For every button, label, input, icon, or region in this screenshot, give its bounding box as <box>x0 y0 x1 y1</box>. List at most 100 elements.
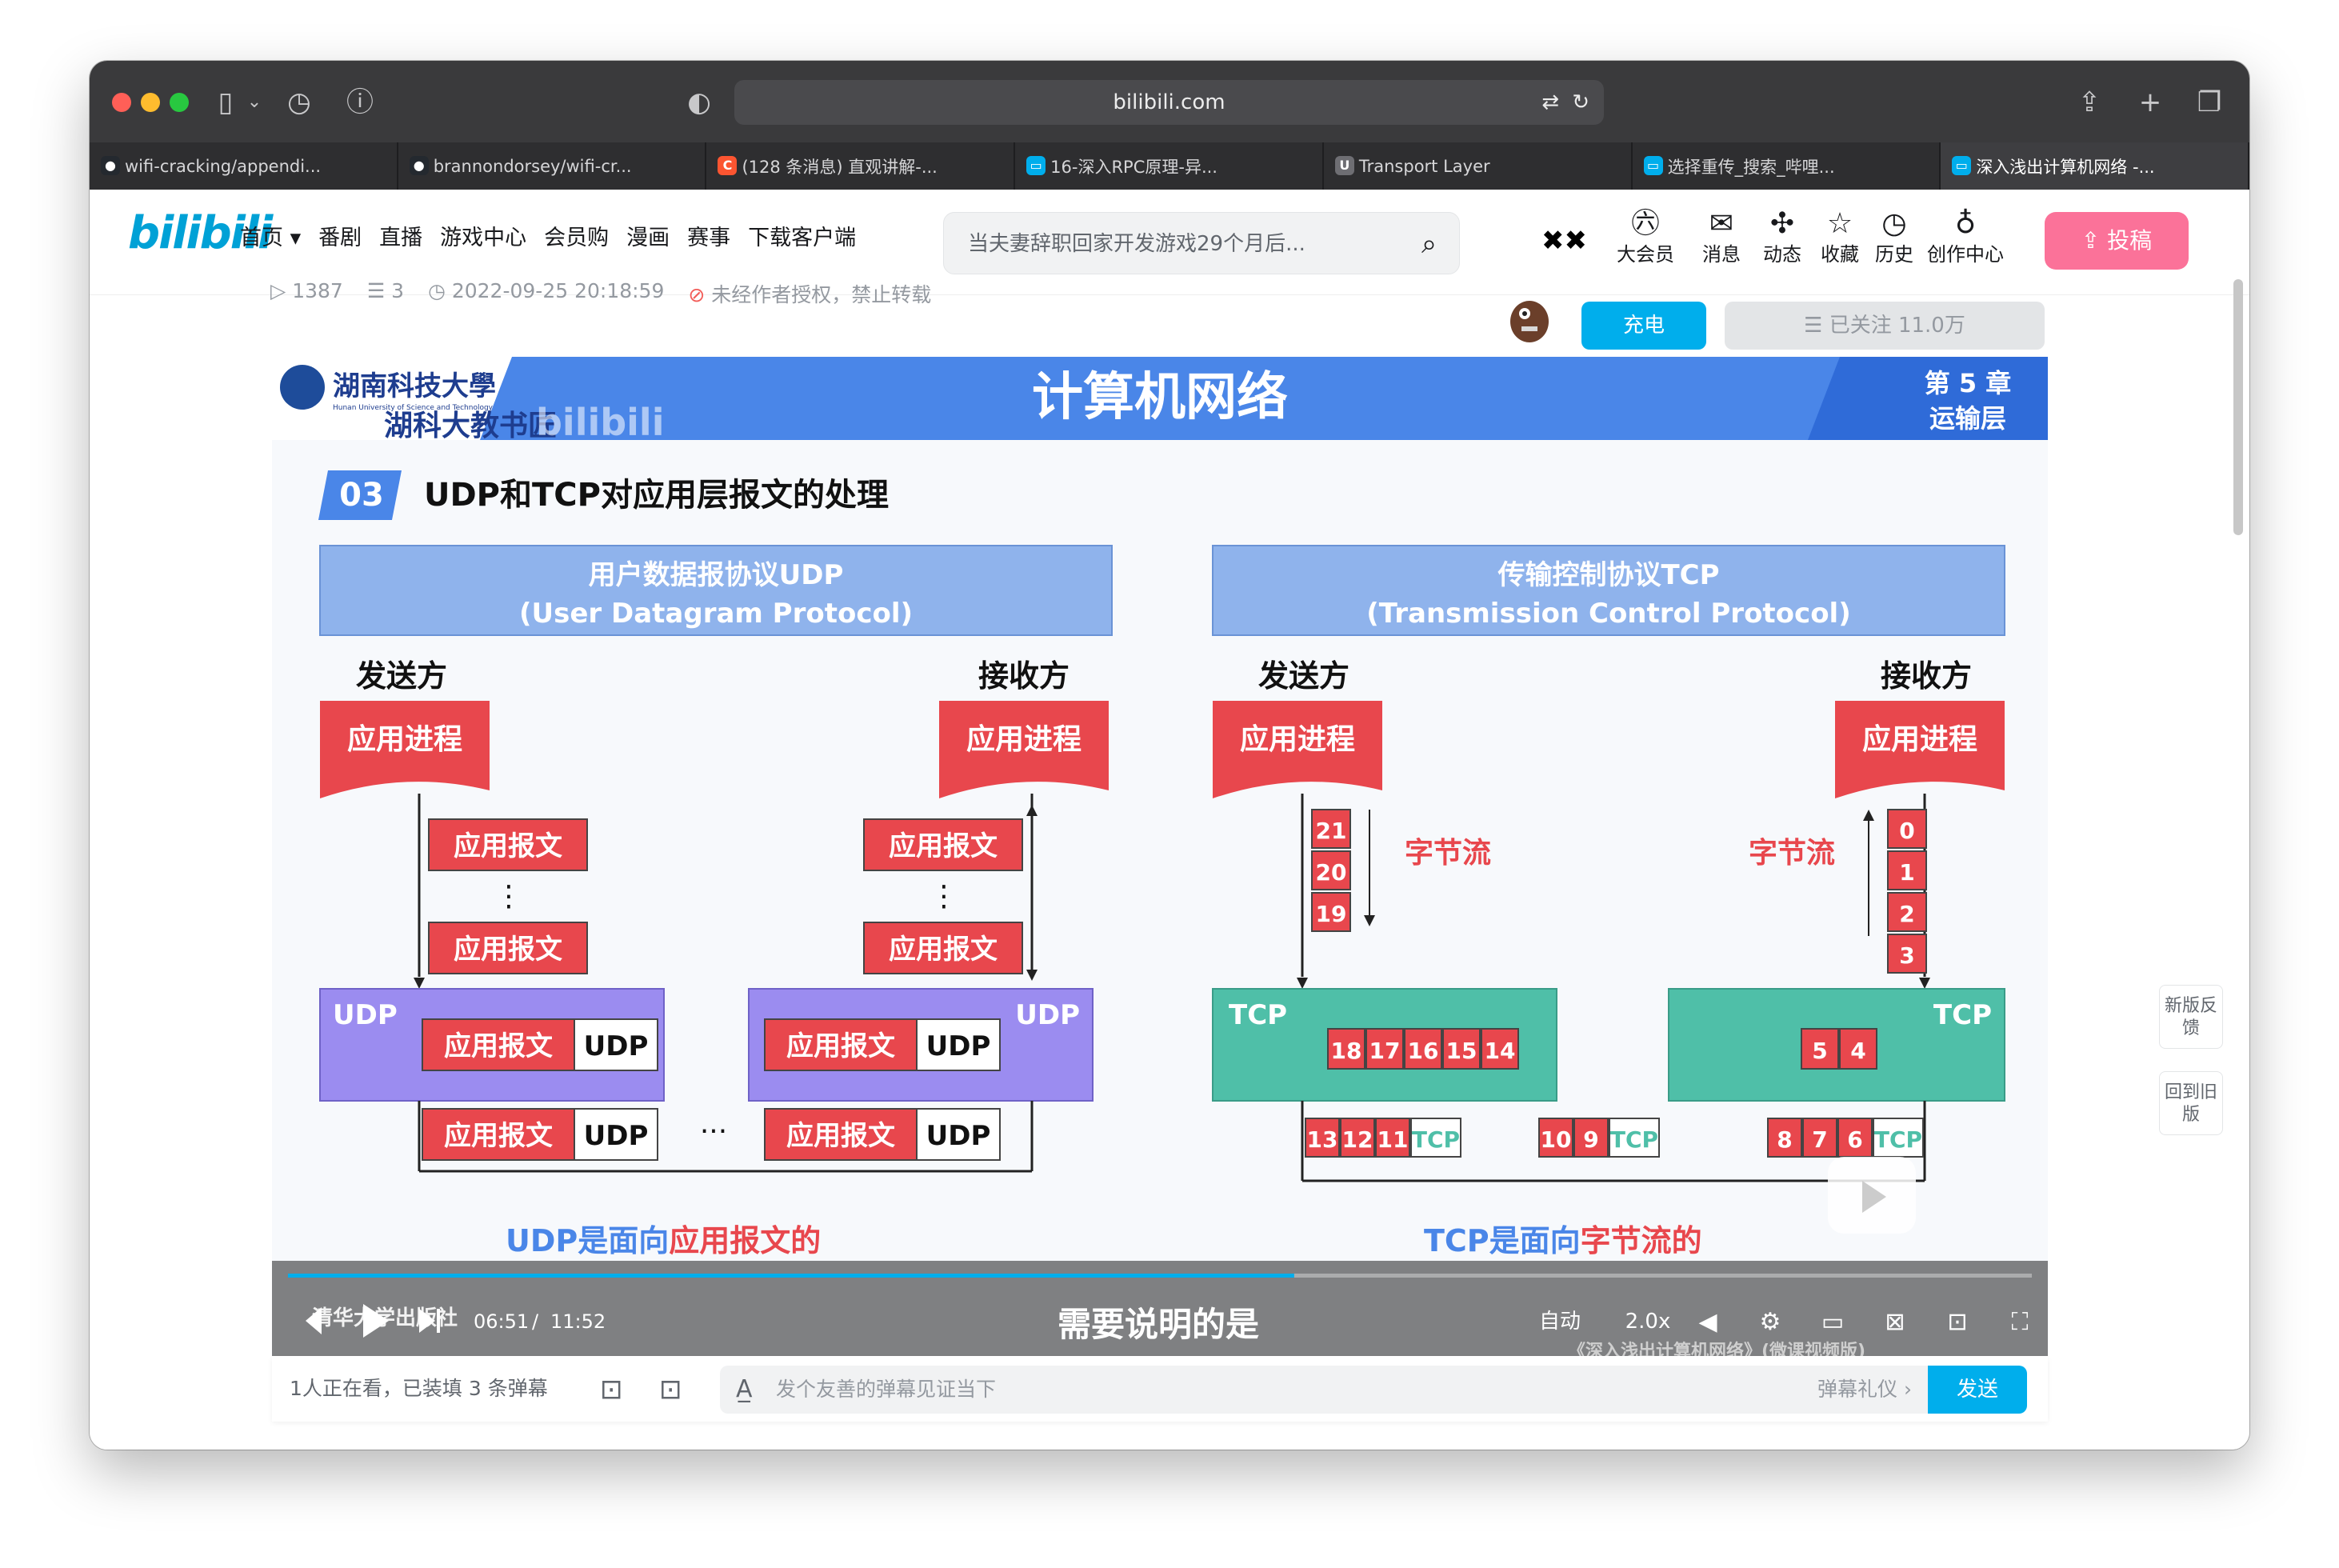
tcp-sender-label: 发送方 <box>1258 658 1349 694</box>
tcp-sender-byte-label: 21 <box>1316 818 1347 844</box>
udp-receiver-message-2-label: 应用报文 <box>889 934 998 966</box>
udp-title-en: (User Datagram Protocol) <box>519 598 913 630</box>
minimize-window-button[interactable] <box>141 93 160 112</box>
upload-label: 投稿 <box>2107 227 2153 254</box>
publish-date: ◷ 2022-09-25 20:18:59 <box>428 279 665 302</box>
browser-tab[interactable]: ▭ 16-深入RPC原理-异... <box>1015 142 1324 190</box>
tcp-send-buffer-byte-label: 16 <box>1408 1038 1439 1064</box>
nav-item[interactable]: 直播 <box>379 218 422 258</box>
nav-item[interactable]: 番剧 <box>318 218 362 258</box>
school-emblem <box>280 365 325 410</box>
follow-button[interactable]: ☰ 已关注 11.0万 <box>1725 302 2045 350</box>
tab-overview-icon[interactable]: ❐ <box>2192 85 2227 120</box>
shield-icon[interactable]: ◐ <box>682 85 717 120</box>
publisher-watermark: 清华大学出版社 <box>312 1306 458 1330</box>
browser-tab[interactable]: ▭ 选择重传_搜索_哔哩... <box>1633 142 1941 190</box>
tcp-segment-byte-label: 9 <box>1583 1126 1598 1153</box>
info-icon[interactable]: ⓘ <box>342 85 378 120</box>
share-icon[interactable]: ⇪ <box>2072 85 2107 120</box>
nav-item[interactable]: 游戏中心 <box>440 218 526 258</box>
browser-window: ▯ ⌄ ◷ ⓘ ◐ bilibili.com ⇄ ↻ ⇪ + ❐ ● wifi-c… <box>90 61 2249 1450</box>
upload-button[interactable]: ⇪ 投稿 <box>2045 212 2189 270</box>
nav-item[interactable]: 赛事 <box>687 218 730 258</box>
reload-icon[interactable]: ↻ <box>1572 80 1589 125</box>
progress-fill[interactable] <box>288 1274 1294 1278</box>
nav-message-button[interactable]: ✉ 消息 <box>1689 206 1753 266</box>
tcp-receiver-byte-label: 1 <box>1899 859 1914 886</box>
nav-clock-button[interactable]: ◷ 历史 <box>1862 206 1926 266</box>
tcp-send-buffer-byte-label: 18 <box>1331 1038 1362 1064</box>
close-window-button[interactable] <box>112 93 131 112</box>
danmaku-etiquette-link[interactable]: 弹幕礼仪 › <box>1817 1366 1912 1414</box>
udp-sender-message-1-label: 应用报文 <box>454 830 562 862</box>
nav-dynamic-button[interactable]: ✣ 动态 <box>1750 206 1814 266</box>
chevron-down-icon[interactable]: ⌄ <box>245 85 264 120</box>
udp-sender-label: 发送方 <box>356 658 447 694</box>
copyright-notice: ⊘ 未经作者授权，禁止转载 <box>688 283 932 306</box>
mascot-icon[interactable]: ✖✖ <box>1541 225 1587 257</box>
bilibili-page: bilibili 首页 ▾ 番剧 直播 游戏中心 会员购 漫画 赛事 下载客户端 当夫妻辞职回… <box>90 190 2249 1450</box>
text-style-icon[interactable]: A̲ <box>736 1366 753 1414</box>
bilibili-tv-icon: ▭ <box>1643 156 1663 175</box>
tcp-send-buffer-byte-label: 14 <box>1485 1038 1516 1064</box>
danmaku-settings-icon[interactable]: ⊡ <box>659 1374 682 1406</box>
watermark-logo: bilibili <box>536 401 664 444</box>
browser-tab[interactable]: C (128 条消息) 直观讲解-... <box>706 142 1016 190</box>
nav-vip-button[interactable]: ㊅大会员 <box>1613 206 1677 266</box>
new-version-feedback-button[interactable]: 新版反馈 <box>2159 985 2223 1049</box>
nav-item[interactable]: 漫画 <box>626 218 670 258</box>
quality-selector[interactable]: 自动 <box>1539 1310 1581 1334</box>
nav-button-label: 创作中心 <box>1927 243 2004 266</box>
history-icon[interactable]: ◷ <box>282 85 317 120</box>
tcp-receiver-byte-label: 0 <box>1899 818 1914 844</box>
byte-stream-arrow-up <box>1863 810 1874 821</box>
new-tab-icon[interactable]: + <box>2133 85 2168 120</box>
search-icon[interactable]: ⌕ <box>1421 213 1437 275</box>
search-placeholder: 当夫妻辞职回家开发游戏29个月后... <box>968 232 1305 256</box>
udp-title: 用户数据报协议UDP <box>589 559 844 591</box>
sidebar-icon[interactable]: ▯ <box>210 85 242 120</box>
tcp-receiver-byte-label: 2 <box>1899 901 1914 927</box>
widescreen-icon[interactable]: ⊡ <box>1947 1308 1967 1336</box>
nav-bulb-button[interactable]: ♁ 创作中心 <box>1921 206 2009 266</box>
author-avatar[interactable] <box>1497 290 1555 346</box>
udp-receiver-down-arrow <box>1026 970 1038 981</box>
volume-icon[interactable]: ◀ <box>1698 1308 1717 1336</box>
browser-tab[interactable]: ▭ 深入浅出计算机网络 -... <box>1941 142 2249 190</box>
zoom-window-button[interactable] <box>170 93 189 112</box>
udp-conclusion-b: 应用报文的 <box>669 1223 821 1258</box>
danmaku-off-icon[interactable]: ⊠ <box>1885 1308 1905 1336</box>
udp-transit-datagram-1-data-label: 应用报文 <box>444 1120 553 1152</box>
speed-selector[interactable]: 2.0x <box>1625 1310 1671 1334</box>
bilibili-tv-icon: ▭ <box>1952 156 1972 175</box>
nav-item[interactable]: 首页 ▾ <box>240 218 301 258</box>
charge-button[interactable]: 充电 <box>1581 302 1706 350</box>
tab-label: wifi-cracking/appendi... <box>125 156 322 176</box>
tcp-segment-byte-label: 6 <box>1847 1126 1862 1153</box>
tcp-sender-arrow <box>1297 978 1308 989</box>
nav-item[interactable]: 下载客户端 <box>748 218 856 258</box>
danmaku-toggle-icon[interactable]: ⊡ <box>600 1374 623 1406</box>
danmaku-send-button[interactable]: 发送 <box>1928 1366 2027 1414</box>
pip-icon[interactable]: ▭ <box>1821 1308 1844 1336</box>
back-to-old-version-button[interactable]: 回到旧版 <box>2159 1071 2223 1135</box>
section-number: 03 <box>339 477 384 514</box>
nav-item[interactable]: 会员购 <box>544 218 609 258</box>
udp-transit-datagram-2-header-label: UDP <box>926 1120 991 1152</box>
browser-tab[interactable]: ● brannondorsey/wifi-cr... <box>398 142 707 190</box>
settings-icon[interactable]: ⚙ <box>1760 1308 1781 1336</box>
browser-tab[interactable]: U Transport Layer <box>1324 142 1633 190</box>
old-version-label: 回到旧版 <box>2164 1082 2217 1125</box>
translate-icon[interactable]: ⇄ <box>1541 80 1559 125</box>
chapter-number: 第 5 章 <box>1925 368 2012 398</box>
danmaku-input[interactable]: A̲ 发个友善的弹幕见证当下 弹幕礼仪 › <box>720 1366 1928 1414</box>
browser-tab[interactable]: ● wifi-cracking/appendi... <box>90 142 398 190</box>
udp-sender-message-2-label: 应用报文 <box>454 934 562 966</box>
fullscreen-icon[interactable]: ⛶ <box>2012 1308 2029 1336</box>
search-input[interactable]: 当夫妻辞职回家开发游戏29个月后... ⌕ <box>943 212 1460 274</box>
danmaku-icon: ☰ <box>366 279 392 302</box>
u-icon: U <box>1334 156 1354 175</box>
page-scrollbar[interactable] <box>2233 279 2243 535</box>
video-player[interactable]: 湖南科技大學 Hunan University of Science and Te… <box>272 357 2048 1356</box>
address-bar[interactable]: bilibili.com ⇄ ↻ <box>734 80 1604 125</box>
